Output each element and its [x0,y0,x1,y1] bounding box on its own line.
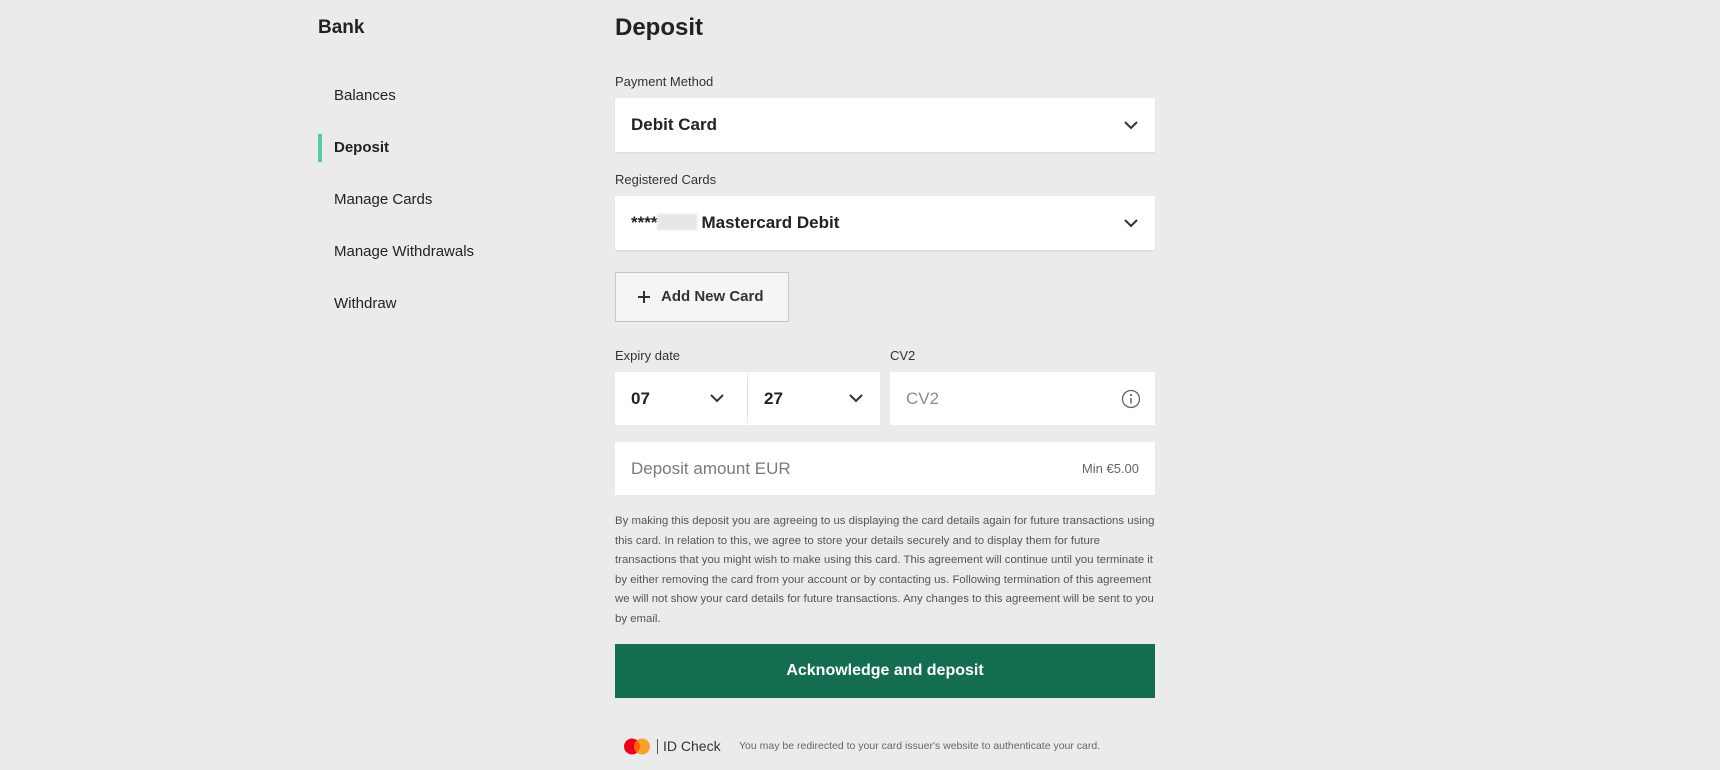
chevron-down-icon [1123,215,1139,231]
info-icon[interactable] [1121,389,1141,409]
deposit-amount-field: Min €5.00 [615,442,1155,495]
sidebar-item-balances[interactable]: Balances [318,70,578,122]
payment-method-select[interactable]: Debit Card [615,98,1155,152]
id-check-label: ID Check [663,738,721,754]
cv2-label: CV2 [890,348,916,363]
expiry-year-select[interactable]: 27 [748,372,880,425]
chevron-down-icon [848,390,864,406]
card-mask: **** [631,213,658,232]
sidebar-item-withdraw[interactable]: Withdraw [318,278,578,330]
expiry-month-value: 07 [631,389,650,408]
add-new-card-button[interactable]: Add New Card [615,272,789,322]
expiry-date-label: Expiry date [615,348,681,363]
sidebar-nav: Balances Deposit Manage Cards Manage Wit… [318,70,578,330]
deposit-amount-input[interactable] [615,442,1045,495]
redirect-note: You may be redirected to your card issue… [739,740,1101,752]
cv2-input[interactable] [890,372,1110,425]
chevron-down-icon [709,390,725,406]
registered-cards-select[interactable]: **** Mastercard Debit [615,196,1155,250]
registered-cards-label: Registered Cards [615,172,717,187]
payment-method-label: Payment Method [615,74,714,89]
card-type: Mastercard Debit [701,213,840,232]
registered-card-value: **** Mastercard Debit [631,196,839,250]
cv2-field [890,372,1155,425]
id-check-footer: ID Check You may be redirected to your c… [623,736,1155,756]
sidebar-item-manage-withdrawals[interactable]: Manage Withdrawals [318,226,578,278]
acknowledge-deposit-button[interactable]: Acknowledge and deposit [615,644,1155,698]
payment-method-value: Debit Card [631,115,717,134]
expiry-divider [747,382,748,415]
mastercard-logo-icon [623,738,651,755]
page-title: Deposit [615,14,704,41]
expiry-month-select[interactable]: 07 [615,372,747,425]
chevron-down-icon [1123,117,1139,133]
sidebar-item-deposit[interactable]: Deposit [318,122,578,174]
expiry-year-value: 27 [764,389,783,408]
redacted-card-digits [657,214,698,230]
sidebar-title: Bank [318,17,365,38]
min-amount-hint: Min €5.00 [1081,461,1139,476]
sidebar-item-manage-cards[interactable]: Manage Cards [318,174,578,226]
terms-text: By making this deposit you are agreeing … [615,515,1155,625]
add-new-card-label: Add New Card [661,288,764,305]
plus-icon [637,290,651,304]
id-check-separator [657,739,658,754]
